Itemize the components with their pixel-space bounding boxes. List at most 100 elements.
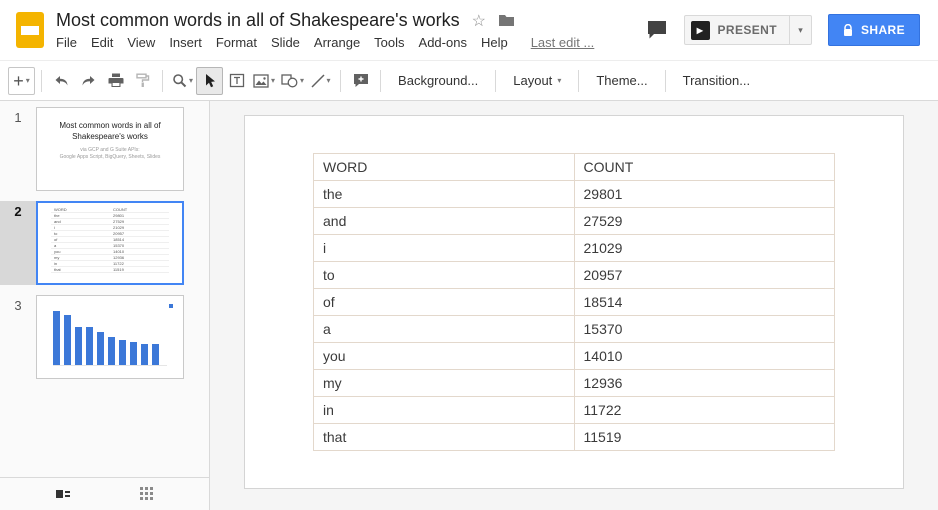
select-tool-button[interactable] bbox=[196, 67, 223, 95]
table-row[interactable]: you14010 bbox=[314, 343, 835, 370]
mini-table-row: that11519 bbox=[51, 267, 169, 273]
thumbnail-subtitle-line2: Google Apps Script, BigQuery, Sheets, Sl… bbox=[37, 154, 183, 162]
table-row[interactable]: in11722 bbox=[314, 397, 835, 424]
text-box-button[interactable] bbox=[223, 67, 250, 95]
bar bbox=[152, 344, 159, 365]
table-cell[interactable]: and bbox=[314, 208, 575, 235]
slide-2-thumbnail-selected[interactable]: WORDCOUNTthe29801and27529i21029to20957of… bbox=[36, 201, 184, 285]
layout-button[interactable]: Layout ▾ bbox=[502, 67, 572, 95]
present-label: PRESENT bbox=[718, 23, 777, 37]
chevron-down-icon: ▾ bbox=[327, 76, 331, 85]
table-cell[interactable]: a bbox=[314, 316, 575, 343]
table-cell[interactable]: that bbox=[314, 424, 575, 451]
bar bbox=[64, 315, 71, 365]
table-cell[interactable]: 18514 bbox=[574, 289, 835, 316]
star-icon[interactable]: ☆ bbox=[472, 11, 486, 31]
share-label: SHARE bbox=[861, 23, 905, 37]
mini-table-cell: the bbox=[51, 213, 110, 218]
table-row[interactable]: my12936 bbox=[314, 370, 835, 397]
table-cell[interactable]: 11519 bbox=[574, 424, 835, 451]
comments-icon[interactable] bbox=[646, 20, 668, 40]
last-edit-link[interactable]: Last edit ... bbox=[531, 35, 595, 50]
table-row[interactable]: the29801 bbox=[314, 181, 835, 208]
table-row[interactable]: i21029 bbox=[314, 235, 835, 262]
table-cell[interactable]: to bbox=[314, 262, 575, 289]
insert-shape-button[interactable]: ▾ bbox=[278, 67, 307, 95]
menu-format[interactable]: Format bbox=[209, 35, 264, 50]
slide-1-thumbnail[interactable]: Most common words in all of Shakespeare'… bbox=[36, 107, 184, 191]
print-icon bbox=[108, 73, 124, 88]
filmstrip-view-button[interactable] bbox=[47, 483, 79, 505]
table-cell[interactable]: 29801 bbox=[574, 181, 835, 208]
table-row[interactable]: a15370 bbox=[314, 316, 835, 343]
theme-button[interactable]: Theme... bbox=[585, 67, 658, 95]
menu-slide[interactable]: Slide bbox=[264, 35, 307, 50]
slide-filmstrip-panel: 1 Most common words in all of Shakespear… bbox=[0, 101, 210, 510]
table-cell[interactable]: 21029 bbox=[574, 235, 835, 262]
present-dropdown-button[interactable]: ▾ bbox=[790, 15, 812, 45]
transition-button[interactable]: Transition... bbox=[672, 67, 761, 95]
header-actions: ▶ PRESENT ▾ SHARE bbox=[646, 14, 929, 46]
redo-button[interactable] bbox=[75, 67, 102, 95]
menu-file[interactable]: File bbox=[56, 35, 84, 50]
main-area: 1 Most common words in all of Shakespear… bbox=[0, 101, 938, 510]
word-count-table[interactable]: WORD COUNT the29801and27529i21029to20957… bbox=[313, 153, 835, 451]
table-cell[interactable]: 20957 bbox=[574, 262, 835, 289]
menu-help[interactable]: Help bbox=[474, 35, 515, 50]
toolbar-separator bbox=[162, 70, 163, 92]
folder-icon[interactable] bbox=[498, 14, 515, 27]
new-slide-button[interactable]: + ▾ bbox=[8, 67, 35, 95]
table-cell[interactable]: of bbox=[314, 289, 575, 316]
chevron-down-icon: ▾ bbox=[189, 76, 193, 85]
share-button[interactable]: SHARE bbox=[828, 14, 920, 46]
menu-insert[interactable]: Insert bbox=[162, 35, 209, 50]
slide-row-2: 2 WORDCOUNTthe29801and27529i21029to20957… bbox=[0, 201, 209, 285]
count-header-cell[interactable]: COUNT bbox=[574, 154, 835, 181]
insert-image-button[interactable]: ▾ bbox=[250, 67, 278, 95]
mini-table-cell: i bbox=[51, 225, 110, 230]
undo-button[interactable] bbox=[48, 67, 75, 95]
table-cell[interactable]: in bbox=[314, 397, 575, 424]
table-row[interactable]: of18514 bbox=[314, 289, 835, 316]
chevron-down-icon: ▾ bbox=[271, 76, 275, 85]
table-cell[interactable]: 14010 bbox=[574, 343, 835, 370]
table-cell[interactable]: the bbox=[314, 181, 575, 208]
table-cell[interactable]: 12936 bbox=[574, 370, 835, 397]
mini-table-cell: 11519 bbox=[110, 267, 169, 272]
word-header-cell[interactable]: WORD bbox=[314, 154, 575, 181]
insert-comment-button[interactable] bbox=[347, 67, 374, 95]
table-cell[interactable]: 27529 bbox=[574, 208, 835, 235]
table-cell[interactable]: 11722 bbox=[574, 397, 835, 424]
paint-format-button[interactable] bbox=[129, 67, 156, 95]
mini-table-cell: my bbox=[51, 255, 110, 260]
grid-view-button[interactable] bbox=[132, 483, 162, 505]
table-cell[interactable]: 15370 bbox=[574, 316, 835, 343]
zoom-button[interactable]: ▾ bbox=[169, 67, 196, 95]
menu-arrange[interactable]: Arrange bbox=[307, 35, 367, 50]
slide-3-thumbnail[interactable] bbox=[36, 295, 184, 379]
table-cell[interactable]: you bbox=[314, 343, 575, 370]
bar bbox=[97, 332, 104, 365]
table-row[interactable]: to20957 bbox=[314, 262, 835, 289]
print-button[interactable] bbox=[102, 67, 129, 95]
background-button[interactable]: Background... bbox=[387, 67, 489, 95]
toolbar-separator bbox=[578, 70, 579, 92]
redo-icon bbox=[80, 73, 97, 88]
menu-edit[interactable]: Edit bbox=[84, 35, 120, 50]
slide-canvas[interactable]: WORD COUNT the29801and27529i21029to20957… bbox=[244, 115, 904, 489]
title-row: Most common words in all of Shakespeare'… bbox=[56, 10, 646, 31]
menu-view[interactable]: View bbox=[120, 35, 162, 50]
app-header: Most common words in all of Shakespeare'… bbox=[0, 0, 938, 60]
document-title[interactable]: Most common words in all of Shakespeare'… bbox=[56, 10, 460, 31]
table-cell[interactable]: i bbox=[314, 235, 575, 262]
insert-line-button[interactable]: ▾ bbox=[307, 67, 334, 95]
cursor-icon bbox=[203, 73, 216, 89]
table-cell[interactable]: my bbox=[314, 370, 575, 397]
thumbnail-bar-chart bbox=[53, 308, 167, 366]
table-row[interactable]: and27529 bbox=[314, 208, 835, 235]
menu-addons[interactable]: Add-ons bbox=[412, 35, 474, 50]
present-button[interactable]: ▶ PRESENT bbox=[684, 15, 790, 45]
menu-tools[interactable]: Tools bbox=[367, 35, 411, 50]
table-row[interactable]: that11519 bbox=[314, 424, 835, 451]
slides-logo-icon[interactable] bbox=[16, 12, 44, 48]
